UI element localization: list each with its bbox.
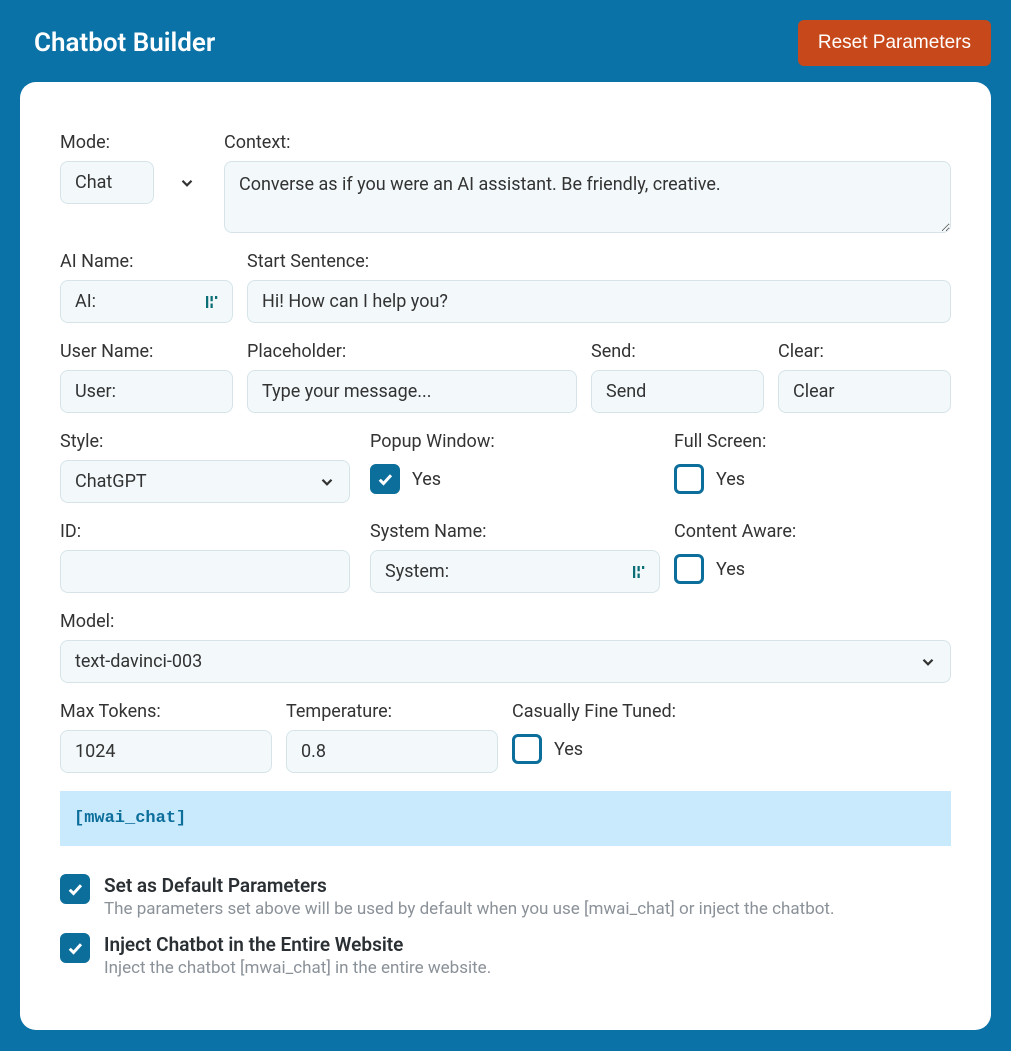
start-sentence-label: Start Sentence:	[247, 251, 951, 272]
casually-fine-tuned-yes-label: Yes	[554, 739, 583, 760]
id-label: ID:	[60, 521, 350, 542]
default-params-desc: The parameters set above will be used by…	[104, 899, 834, 919]
max-tokens-input[interactable]	[60, 730, 272, 773]
send-label: Send:	[591, 341, 764, 362]
reset-parameters-button[interactable]: Reset Parameters	[798, 20, 991, 66]
temperature-label: Temperature:	[286, 701, 498, 722]
style-label: Style:	[60, 431, 350, 452]
start-sentence-input[interactable]	[247, 280, 951, 323]
system-name-input[interactable]	[370, 550, 660, 593]
max-tokens-label: Max Tokens:	[60, 701, 272, 722]
default-params-title: Set as Default Parameters	[104, 874, 327, 897]
content-aware-yes-label: Yes	[716, 559, 745, 580]
input-handle-icon	[630, 563, 648, 581]
context-label: Context:	[224, 132, 951, 153]
temperature-input[interactable]	[286, 730, 498, 773]
context-textarea[interactable]: Converse as if you were an AI assistant.…	[224, 161, 951, 233]
shortcode-display: [mwai_chat]	[60, 791, 951, 846]
mode-label: Mode:	[60, 132, 210, 153]
system-name-label: System Name:	[370, 521, 660, 542]
popup-window-checkbox[interactable]	[370, 464, 400, 494]
chevron-down-icon	[178, 174, 196, 192]
model-label: Model:	[60, 611, 951, 632]
builder-card: Mode: Chat Context: Converse as if you w…	[20, 82, 991, 1030]
popup-window-label: Popup Window:	[370, 431, 660, 452]
default-params-checkbox[interactable]	[60, 874, 90, 904]
inject-desc: Inject the chatbot [mwai_chat] in the en…	[104, 958, 491, 978]
full-screen-checkbox[interactable]	[674, 464, 704, 494]
inject-checkbox[interactable]	[60, 933, 90, 963]
placeholder-label: Placeholder:	[247, 341, 577, 362]
send-input[interactable]	[591, 370, 764, 413]
popup-window-yes-label: Yes	[412, 469, 441, 490]
full-screen-yes-label: Yes	[716, 469, 745, 490]
casually-fine-tuned-label: Casually Fine Tuned:	[512, 701, 951, 722]
full-screen-label: Full Screen:	[674, 431, 951, 452]
model-select[interactable]: text-davinci-003	[60, 640, 951, 683]
page-title: Chatbot Builder	[34, 28, 215, 58]
inject-title: Inject Chatbot in the Entire Website	[104, 933, 403, 956]
style-select[interactable]: ChatGPT	[60, 460, 350, 503]
content-aware-label: Content Aware:	[674, 521, 951, 542]
ai-name-label: AI Name:	[60, 251, 233, 272]
user-name-label: User Name:	[60, 341, 233, 362]
casually-fine-tuned-checkbox[interactable]	[512, 734, 542, 764]
user-name-input[interactable]	[60, 370, 233, 413]
mode-select[interactable]: Chat	[60, 161, 154, 204]
content-aware-checkbox[interactable]	[674, 554, 704, 584]
id-input[interactable]	[60, 550, 350, 593]
clear-label: Clear:	[778, 341, 951, 362]
input-handle-icon	[203, 293, 221, 311]
clear-input[interactable]	[778, 370, 951, 413]
placeholder-input[interactable]	[247, 370, 577, 413]
